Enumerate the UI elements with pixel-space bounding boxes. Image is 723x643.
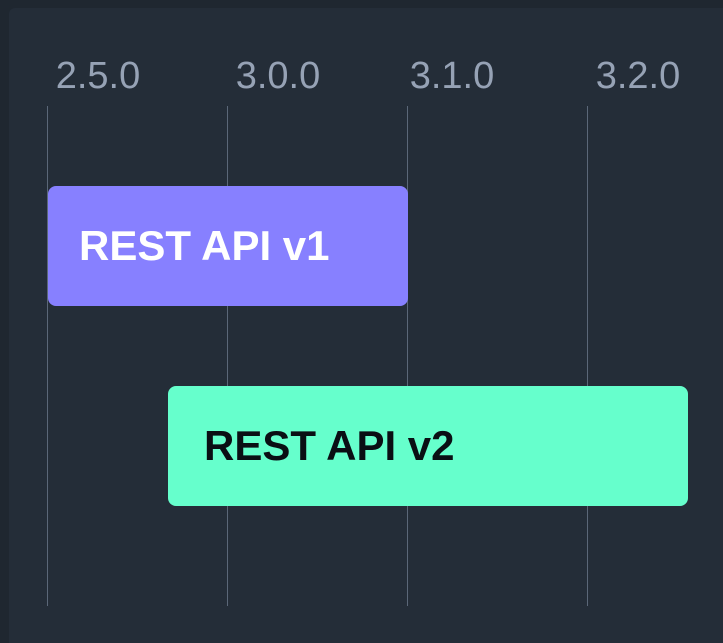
bar-label-rest-api-v2: REST API v2 bbox=[204, 422, 455, 469]
tick-label-2-5-0: 2.5.0 bbox=[55, 55, 141, 97]
timeline-panel bbox=[9, 8, 723, 643]
tick-label-3-2-0: 3.2.0 bbox=[595, 55, 681, 97]
bar-rest-api-v2[interactable]: REST API v2 bbox=[168, 386, 688, 506]
gridline-3-2-0 bbox=[587, 106, 588, 606]
timeline-frame: 2.5.0 3.0.0 3.1.0 3.2.0 REST API v1 REST… bbox=[0, 0, 723, 643]
gridline-3-1-0 bbox=[407, 106, 408, 606]
tick-label-3-1-0: 3.1.0 bbox=[409, 55, 495, 97]
bar-label-rest-api-v1: REST API v1 bbox=[79, 222, 330, 269]
gridline-3-0-0 bbox=[227, 106, 228, 606]
bar-rest-api-v1[interactable]: REST API v1 bbox=[48, 186, 408, 306]
gridline-2-5-0 bbox=[47, 106, 48, 606]
tick-label-3-0-0: 3.0.0 bbox=[235, 55, 321, 97]
